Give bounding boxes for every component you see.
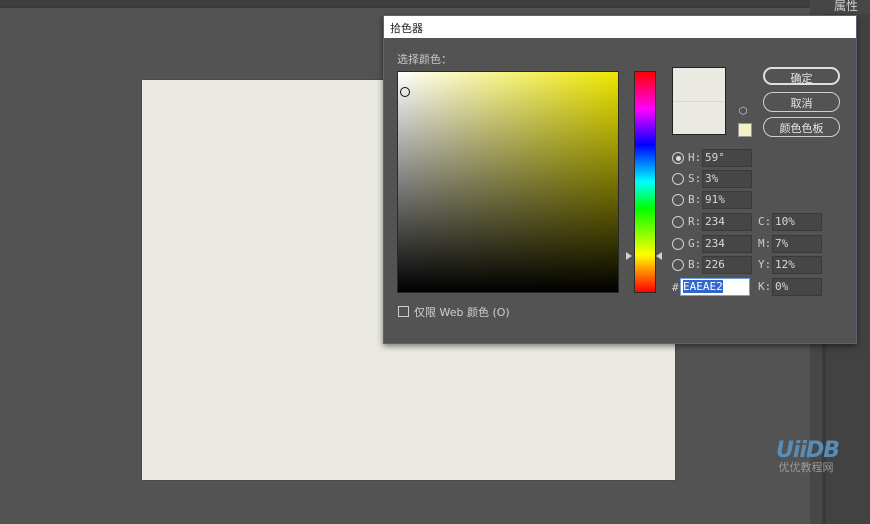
saturation-radio[interactable] (672, 173, 684, 185)
saturation-label: S: (688, 172, 702, 185)
color-picker-marker[interactable] (400, 87, 410, 97)
brightness-input[interactable]: 91% (702, 191, 752, 209)
hue-label: H: (688, 151, 702, 164)
yellow-label: Y: (758, 258, 772, 271)
color-swatches-button[interactable]: 颜色色板 (763, 117, 840, 137)
hue-slider-left-arrow-icon[interactable] (626, 252, 632, 260)
green-radio[interactable] (672, 238, 684, 250)
select-color-label: 选择颜色： (397, 53, 452, 66)
brightness-radio[interactable] (672, 194, 684, 206)
blue-input[interactable]: 226 (702, 256, 752, 274)
app-window: 属性 UiiDB 优优教程网 拾色器 选择颜色： ⬡ 确定 取消 颜色色板 H:… (0, 0, 870, 524)
color-picker-dialog: 拾色器 选择颜色： ⬡ 确定 取消 颜色色板 H: 59° S: 3% B: 9… (383, 15, 857, 344)
hue-slider[interactable] (634, 71, 656, 293)
green-label: G: (688, 237, 702, 250)
cancel-button[interactable]: 取消 (763, 92, 840, 112)
yellow-input[interactable]: 12% (772, 256, 822, 274)
watermark-text: 优优教程网 (778, 461, 834, 474)
hue-slider-right-arrow-icon[interactable] (656, 252, 662, 260)
cube-warning-icon[interactable]: ⬡ (738, 107, 748, 117)
hex-input[interactable]: EAEAE2 (680, 278, 750, 296)
red-label: R: (688, 215, 702, 228)
cyan-label: C: (758, 215, 772, 228)
red-input[interactable]: 234 (702, 213, 752, 231)
hex-hash-label: # (672, 281, 679, 294)
brightness-label: B: (688, 193, 702, 206)
cyan-input[interactable]: 10% (772, 213, 822, 231)
new-color-swatch (673, 68, 725, 102)
green-input[interactable]: 234 (702, 235, 752, 253)
web-colors-only-label: 仅限 Web 颜色 (O) (414, 306, 510, 319)
web-safe-color-swatch[interactable] (738, 123, 752, 137)
properties-panel-tab[interactable]: 属性 (834, 0, 858, 14)
dialog-title: 拾色器 (390, 22, 423, 35)
magenta-input[interactable]: 7% (772, 235, 822, 253)
red-radio[interactable] (672, 216, 684, 228)
dialog-titlebar[interactable]: 拾色器 (384, 16, 856, 38)
color-preview (672, 67, 726, 135)
hue-radio[interactable] (672, 152, 684, 164)
blue-radio[interactable] (672, 259, 684, 271)
watermark: UiiDB 优优教程网 (776, 438, 840, 474)
current-color-swatch[interactable] (673, 102, 725, 134)
hue-input[interactable]: 59° (702, 149, 752, 167)
saturation-brightness-field[interactable] (397, 71, 619, 293)
web-colors-only-checkbox[interactable] (398, 306, 409, 317)
hex-input-selection: EAEAE2 (683, 280, 723, 293)
saturation-input[interactable]: 3% (702, 170, 752, 188)
watermark-logo: UiiDB (776, 438, 840, 463)
black-input[interactable]: 0% (772, 278, 822, 296)
ok-button[interactable]: 确定 (763, 67, 840, 85)
blue-label: B: (688, 258, 702, 271)
black-label: K: (758, 280, 772, 293)
magenta-label: M: (758, 237, 772, 250)
